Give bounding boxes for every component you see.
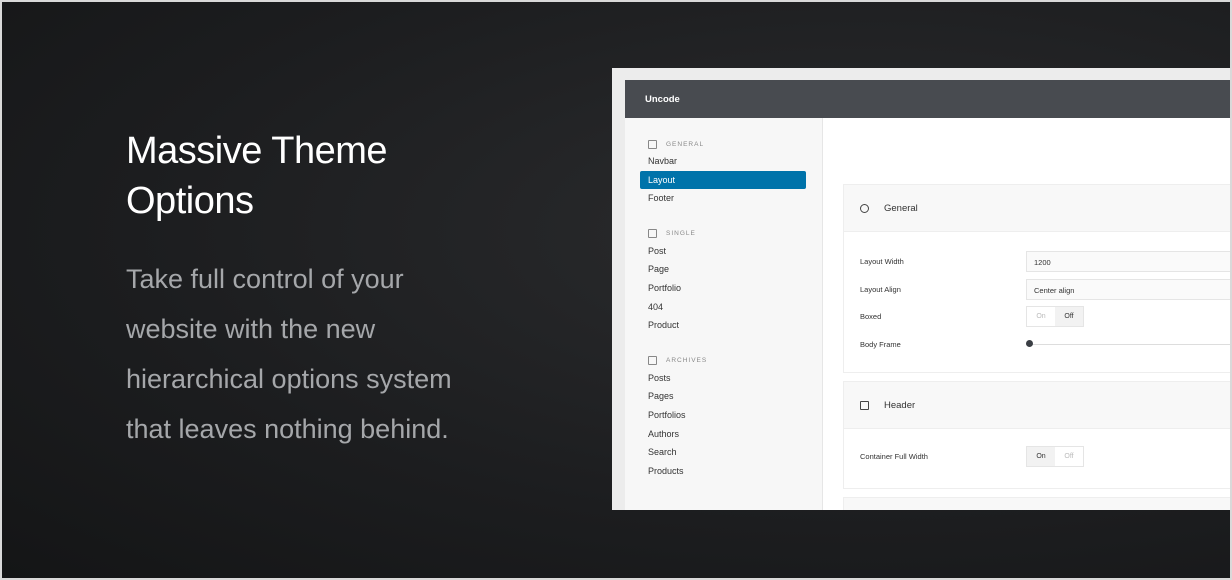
group-label: ARCHIVES: [666, 357, 708, 365]
sidebar-item-footer[interactable]: Footer: [640, 189, 806, 208]
panel-title: Header: [884, 399, 916, 411]
panel-title: General: [884, 202, 918, 214]
columns-icon: [860, 400, 869, 410]
sidebar-item-404[interactable]: 404: [640, 298, 806, 317]
hero-text: Take full control of your website with t…: [126, 264, 452, 444]
field-label: Body Frame: [860, 339, 901, 349]
group-label: SINGLE: [666, 230, 696, 238]
sidebar-item-portfolio[interactable]: Portfolio: [640, 279, 806, 298]
sidebar-item-authors[interactable]: Authors: [640, 425, 806, 444]
sidebar-item-navbar[interactable]: Navbar: [640, 152, 806, 171]
boxed-toggle[interactable]: On Off: [1026, 306, 1084, 328]
toggle-off[interactable]: Off: [1055, 447, 1083, 466]
file-icon: [648, 229, 657, 239]
layout-width-input[interactable]: 1200: [1026, 251, 1231, 273]
sidebar-item-product[interactable]: Product: [640, 316, 806, 335]
sidebar-item-layout[interactable]: Layout: [640, 170, 806, 190]
field-label: Boxed: [860, 312, 882, 322]
layout-icon: [648, 139, 657, 149]
group-label: GENERAL: [666, 140, 705, 148]
field-label: Layout Align: [860, 284, 901, 294]
sidebar-item-pages[interactable]: Pages: [640, 387, 806, 406]
globe-icon: [860, 203, 869, 213]
panel-header[interactable]: Header: [844, 382, 1231, 429]
field-label: Container Full Width: [860, 452, 928, 462]
sidebar-group-general: GENERAL: [625, 136, 822, 152]
sidebar-item-portfolios[interactable]: Portfolios: [640, 406, 806, 425]
panel-header-section: Header Container Full Width On Off: [843, 381, 1232, 489]
main-content: General Layout Width 1200 Layout Align Cen…: [823, 118, 1232, 510]
sidebar-item-search[interactable]: Search: [640, 443, 806, 462]
panel-next: [843, 497, 1232, 510]
panel-header[interactable]: General: [844, 185, 1231, 232]
slider-handle[interactable]: [1026, 340, 1033, 348]
sidebar-group-single: SINGLE: [625, 226, 822, 242]
hero-title: Massive Theme Options: [126, 130, 388, 222]
archive-icon: [648, 356, 657, 366]
layout-align-select[interactable]: Center align: [1026, 278, 1231, 300]
toggle-off[interactable]: Off: [1055, 307, 1083, 327]
toggle-on[interactable]: On: [1027, 307, 1055, 326]
container-full-width-toggle[interactable]: On Off: [1026, 446, 1084, 468]
sidebar-group-archives: ARCHIVES: [625, 353, 822, 369]
body-frame-slider[interactable]: [1026, 340, 1231, 348]
panel-general: General Layout Width 1200 Layout Align Cen…: [843, 184, 1232, 373]
app-screenshot: Uncode GENERAL Navbar Layout Footer SING…: [612, 68, 1232, 510]
sidebar-item-posts[interactable]: Posts: [640, 369, 806, 388]
field-label: Layout Width: [860, 257, 904, 267]
sidebar: GENERAL Navbar Layout Footer SINGLE Post…: [625, 118, 823, 510]
sidebar-item-post[interactable]: Post: [640, 242, 806, 261]
sidebar-item-page[interactable]: Page: [640, 260, 806, 279]
app-topbar: Uncode: [625, 80, 1232, 118]
sidebar-item-products[interactable]: Products: [640, 462, 806, 481]
toggle-on[interactable]: On: [1027, 447, 1055, 467]
